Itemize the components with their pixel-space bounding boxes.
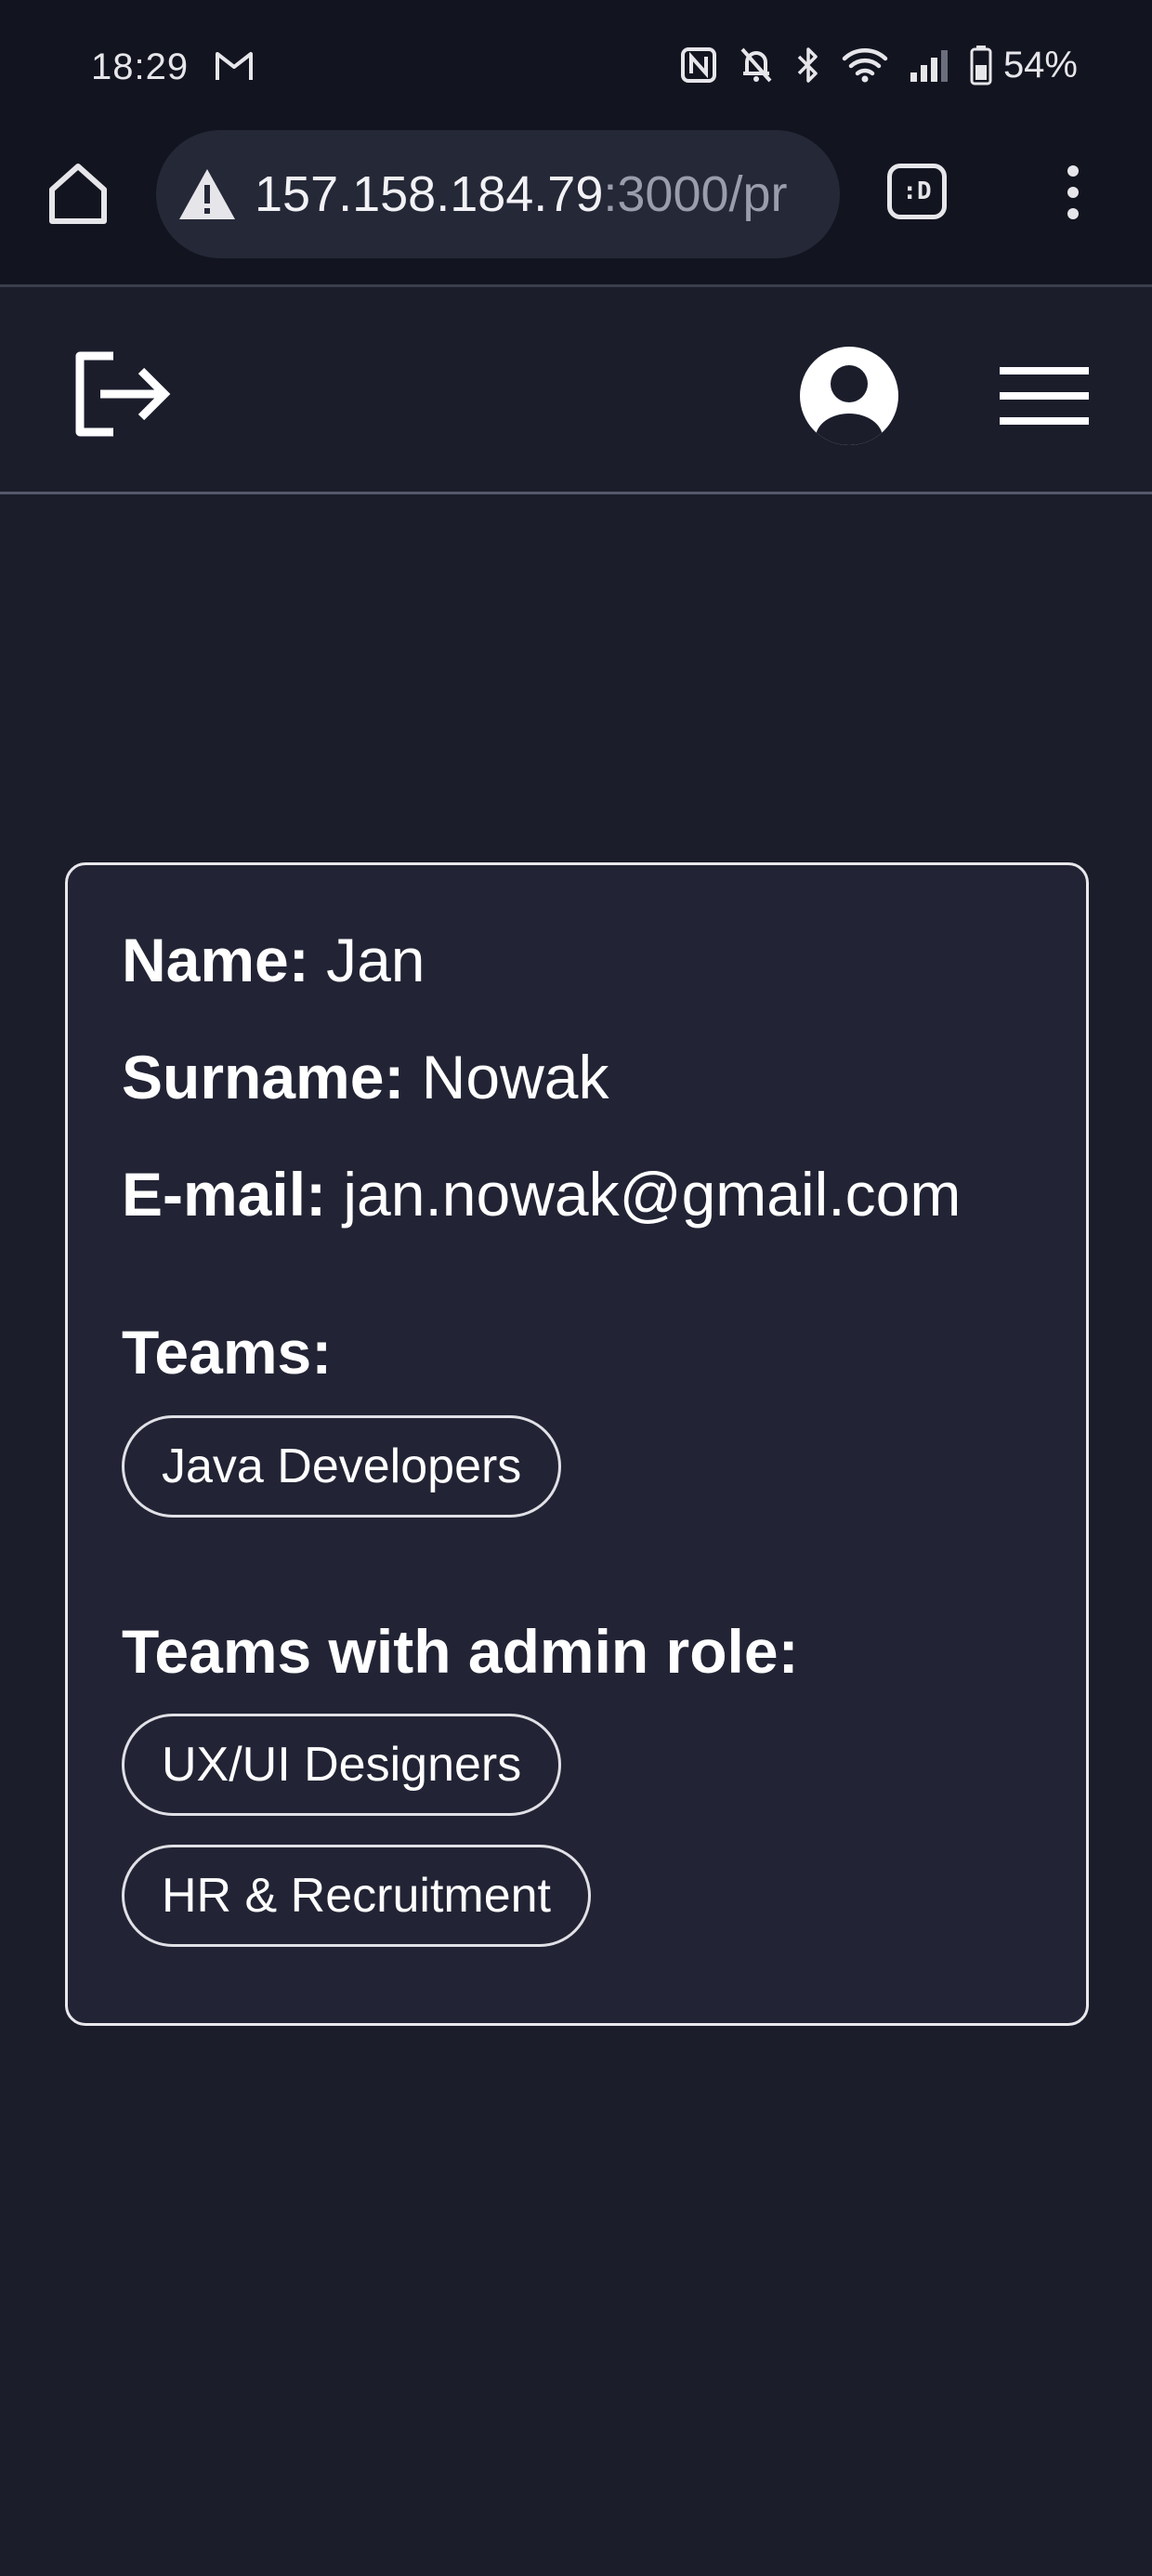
surname-value: Nowak: [421, 1043, 609, 1111]
name-label: Name:: [122, 926, 309, 994]
name-row: Name: Jan: [122, 925, 425, 995]
battery-percentage: 54%: [1002, 44, 1078, 85]
kebab-menu-icon[interactable]: [1059, 164, 1087, 221]
name-value: Jan: [326, 926, 425, 994]
header-divider: [0, 492, 1152, 494]
email-row: E-mail: jan.nowak@gmail.com: [122, 1159, 961, 1229]
tabs-icon: :D: [902, 177, 932, 205]
warning-icon[interactable]: [177, 166, 238, 222]
app-header: [0, 287, 1152, 493]
bell-off-icon: [740, 47, 772, 83]
bluetooth-icon: [797, 47, 818, 83]
address-bar[interactable]: 157.158.184.79:3000/pr: [156, 130, 840, 258]
battery-icon: [970, 46, 992, 85]
home-icon[interactable]: [43, 158, 113, 229]
profile-card: Name: Jan Surname: Nowak E-mail: jan.now…: [65, 862, 1089, 2026]
gmail-icon: [216, 52, 253, 80]
status-time: 18:29: [91, 46, 190, 87]
logout-icon[interactable]: [72, 348, 175, 440]
nfc-icon: [680, 47, 716, 83]
tabs-button[interactable]: :D: [887, 164, 947, 219]
admin-team-chip[interactable]: HR & Recruitment: [122, 1845, 591, 1947]
status-bar: 18:29 54%: [0, 0, 1152, 130]
email-value: jan.nowak@gmail.com: [343, 1160, 962, 1229]
url-path: :3000/pr: [603, 166, 788, 222]
url-host: 157.158.184.79: [255, 166, 604, 222]
signal-icon: [910, 50, 948, 82]
browser-toolbar: 157.158.184.79:3000/pr :D: [0, 130, 1152, 286]
surname-label: Surname:: [122, 1043, 405, 1111]
user-avatar-icon[interactable]: [800, 347, 898, 445]
url-text[interactable]: 157.158.184.79:3000/pr: [255, 165, 803, 223]
teams-heading: Teams:: [122, 1318, 333, 1387]
team-chip[interactable]: Java Developers: [122, 1415, 562, 1518]
admin-team-chip[interactable]: UX/UI Designers: [122, 1714, 562, 1816]
admin-teams-heading: Teams with admin role:: [122, 1617, 799, 1686]
hamburger-menu-icon[interactable]: [1000, 367, 1089, 425]
status-icons: 54%: [680, 43, 1078, 87]
wifi-icon: [842, 48, 888, 83]
surname-row: Surname: Nowak: [122, 1042, 609, 1112]
email-label: E-mail:: [122, 1160, 327, 1229]
